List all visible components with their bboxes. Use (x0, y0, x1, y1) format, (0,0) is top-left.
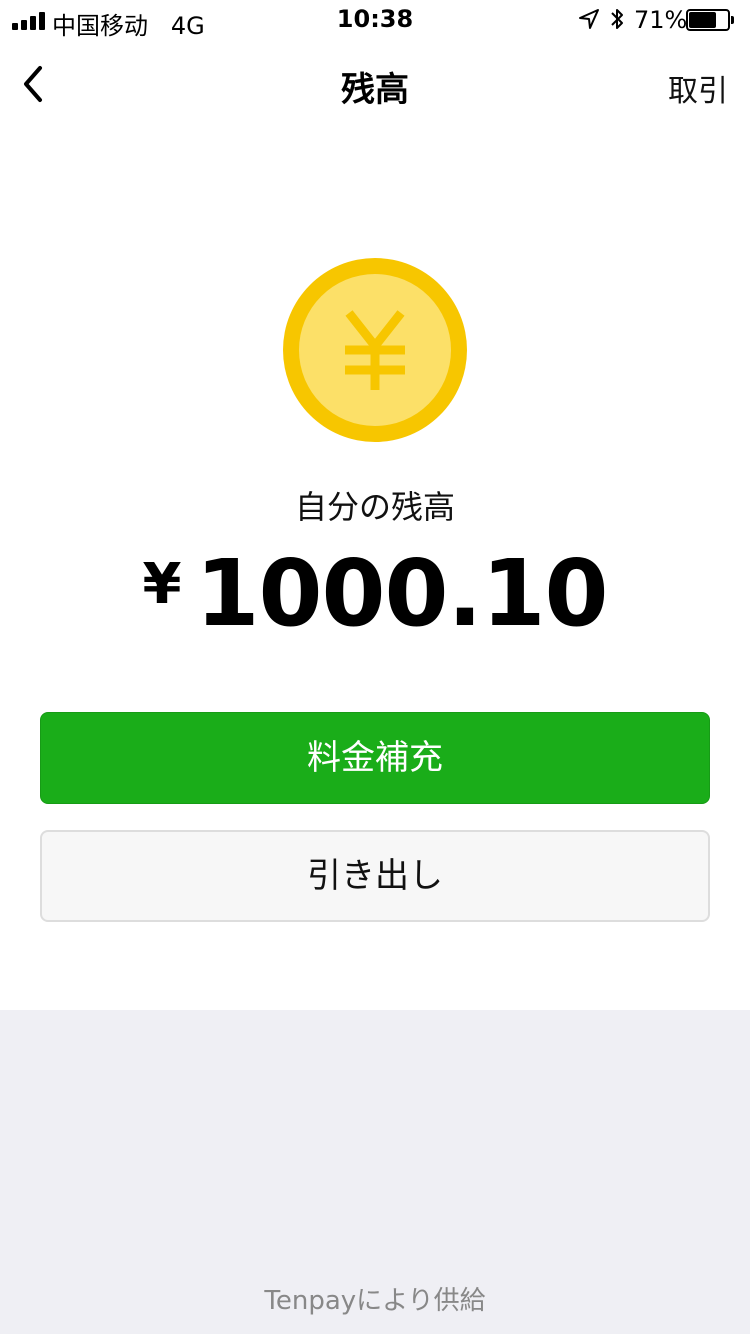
navigation-bar: 残高 取引 (0, 40, 750, 128)
bluetooth-icon (611, 9, 623, 29)
balance-amount: ¥1000.10 (0, 540, 750, 647)
balance-value: 1000.10 (195, 540, 608, 647)
topup-button[interactable]: 料金補充 (40, 712, 710, 804)
location-arrow-icon (579, 9, 599, 29)
battery-icon (686, 9, 734, 31)
battery-percent: 71% (634, 6, 688, 34)
status-bar: 中国移动 4G 10:38 71% (0, 0, 750, 40)
transactions-button[interactable]: 取引 (668, 66, 728, 110)
withdraw-button[interactable]: 引き出し (40, 830, 710, 922)
currency-symbol: ¥ (142, 552, 182, 617)
powered-by-label: Tenpayにより供給 (264, 1286, 486, 1316)
balance-label: 自分の残高 (294, 488, 455, 526)
page-title: 残高 (341, 70, 409, 110)
yen-coin-icon (283, 258, 467, 442)
